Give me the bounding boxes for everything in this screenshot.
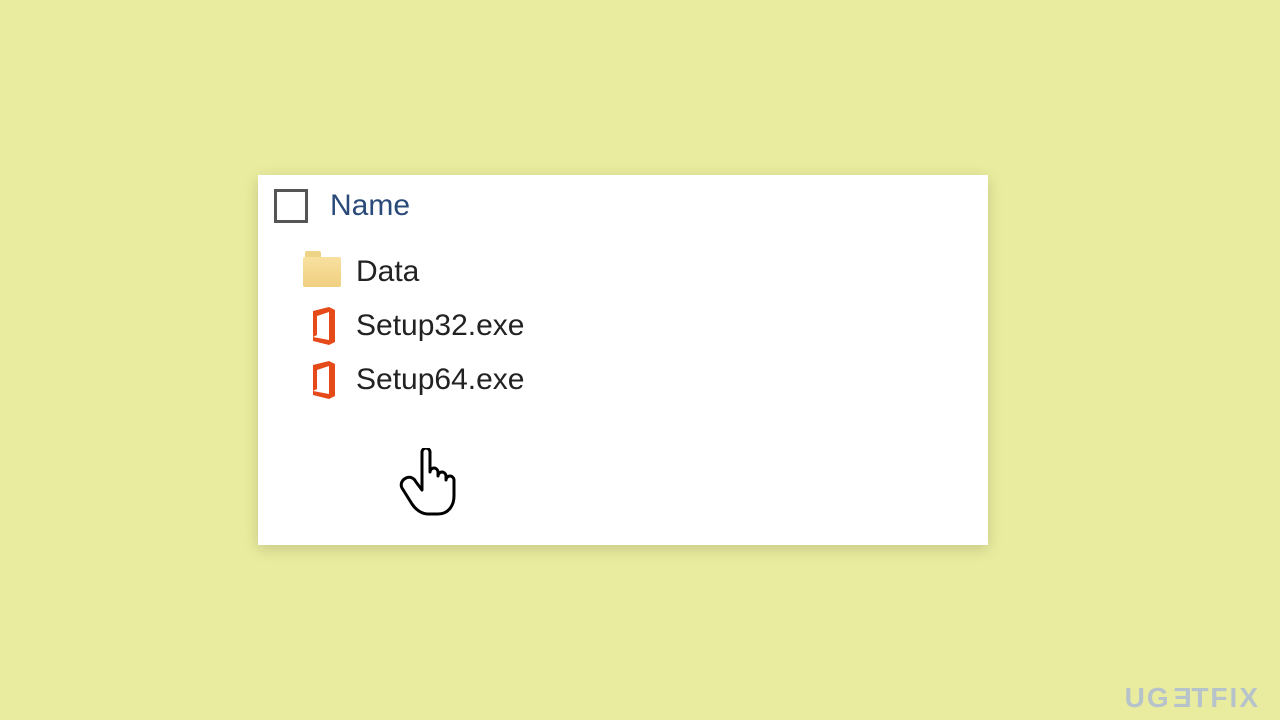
file-explorer-panel: Name Data Setup32.exe (258, 175, 988, 545)
select-all-checkbox[interactable] (274, 189, 308, 223)
watermark-text: UG (1125, 682, 1171, 713)
folder-icon (302, 252, 342, 292)
office-icon (302, 306, 342, 346)
file-name-label: Setup32.exe (356, 309, 524, 343)
file-list: Data Setup32.exe Setup64.exe (258, 239, 988, 407)
watermark-logo: UGETFIX (1125, 682, 1260, 714)
column-header-row: Name (258, 175, 988, 239)
file-name-label: Setup64.exe (356, 363, 524, 397)
list-item[interactable]: Data (302, 245, 988, 299)
file-name-label: Data (356, 255, 419, 289)
office-icon (302, 360, 342, 400)
watermark-text: E (1171, 682, 1192, 714)
list-item[interactable]: Setup32.exe (302, 299, 988, 353)
column-header-name[interactable]: Name (330, 189, 410, 223)
list-item[interactable]: Setup64.exe (302, 353, 988, 407)
watermark-text: TFIX (1191, 682, 1260, 713)
